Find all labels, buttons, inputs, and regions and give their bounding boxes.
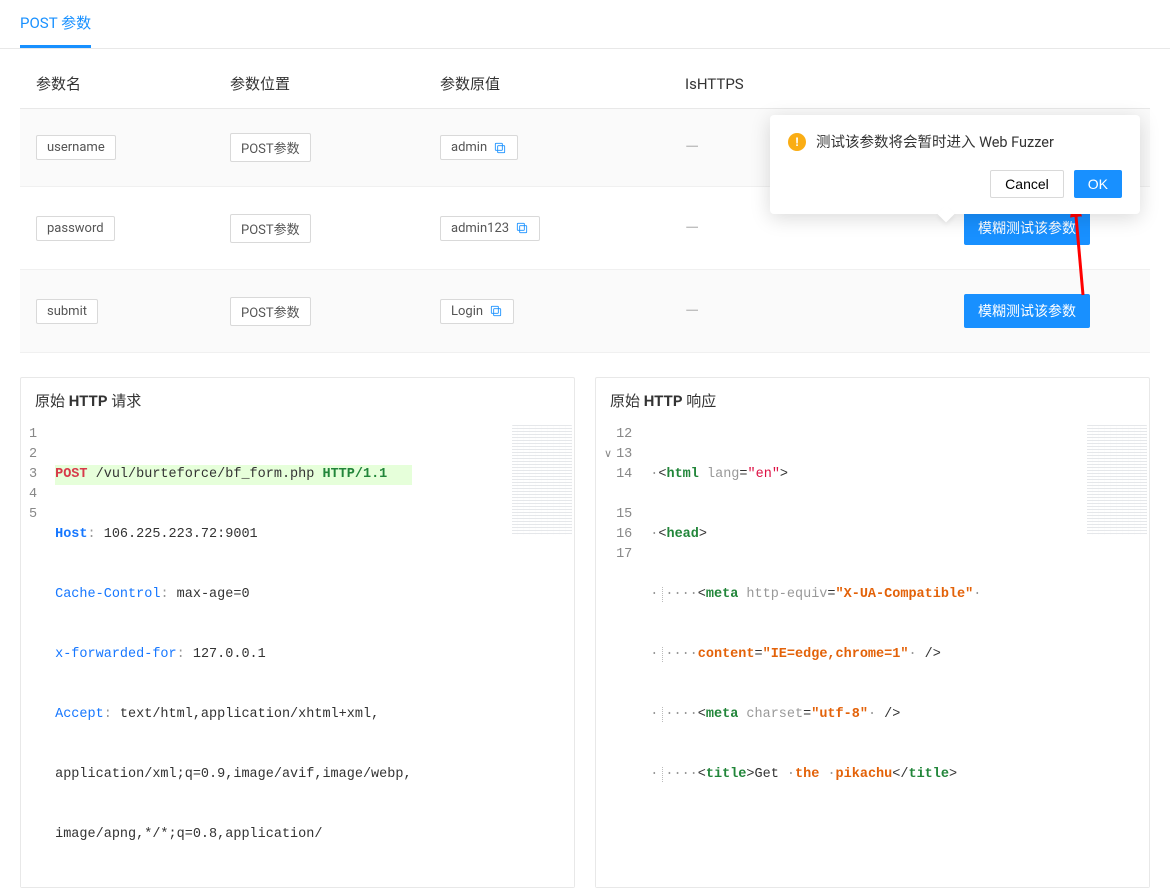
request-panel: 原始 HTTP 请求 1 2 3 4 5 POST /vul/burteforc… (20, 377, 575, 888)
fold-icon[interactable]: ∨ (604, 445, 612, 465)
param-val-text: admin123 (451, 221, 509, 236)
gutter: 12 ∨13 14 15 16 17 (596, 423, 644, 887)
param-val-text: Login (451, 304, 483, 319)
table-header: 参数名 参数位置 参数原值 IsHTTPS (20, 49, 1150, 109)
param-name-tag: password (36, 216, 115, 241)
request-code[interactable]: 1 2 3 4 5 POST /vul/burteforce/bf_form.p… (21, 423, 574, 887)
copy-icon[interactable] (493, 141, 507, 155)
confirm-popover: ! 测试该参数将会暂时进入 Web Fuzzer Cancel OK (770, 115, 1140, 214)
ok-button[interactable]: OK (1074, 170, 1122, 198)
param-pos-tag: POST参数 (230, 297, 311, 326)
cancel-button[interactable]: Cancel (990, 170, 1064, 198)
param-val-text: admin (451, 140, 487, 155)
tab-bar: POST 参数 (0, 0, 1170, 49)
header-name: 参数名 (20, 73, 230, 94)
tab-post-params[interactable]: POST 参数 (20, 12, 91, 48)
param-name-tag: submit (36, 299, 98, 324)
param-val-tag: Login (440, 299, 514, 324)
https-dash: — (685, 137, 698, 158)
copy-icon[interactable] (515, 221, 529, 235)
popover-message: 测试该参数将会暂时进入 Web Fuzzer (816, 131, 1054, 152)
minimap[interactable] (1087, 425, 1147, 535)
request-title: 原始 HTTP 请求 (21, 378, 574, 423)
minimap[interactable] (512, 425, 572, 535)
header-https: IsHTTPS (685, 75, 835, 93)
table-row: submit POST参数 Login — 模糊测试该参数 (20, 270, 1150, 353)
response-panel: 原始 HTTP 响应 12 ∨13 14 15 16 17 ·<html lan… (595, 377, 1150, 888)
code-body: POST /vul/burteforce/bf_form.php HTTP/1.… (49, 423, 417, 887)
response-title: 原始 HTTP 响应 (596, 378, 1149, 423)
gutter: 1 2 3 4 5 (21, 423, 49, 887)
header-pos: 参数位置 (230, 73, 440, 94)
param-name-tag: username (36, 135, 116, 160)
https-dash: — (685, 301, 698, 322)
code-body: ·<html lang="en"> ·<head> ·····<meta htt… (644, 423, 987, 887)
http-panels: 原始 HTTP 请求 1 2 3 4 5 POST /vul/burteforc… (0, 353, 1170, 888)
response-code[interactable]: 12 ∨13 14 15 16 17 ·<html lang="en"> ·<h… (596, 423, 1149, 887)
param-pos-tag: POST参数 (230, 133, 311, 162)
warning-icon: ! (788, 133, 806, 151)
header-val: 参数原值 (440, 73, 685, 94)
param-pos-tag: POST参数 (230, 214, 311, 243)
param-val-tag: admin123 (440, 216, 540, 241)
annotation-arrow (1065, 200, 1095, 300)
https-dash: — (685, 218, 698, 239)
copy-icon[interactable] (489, 304, 503, 318)
param-val-tag: admin (440, 135, 518, 160)
